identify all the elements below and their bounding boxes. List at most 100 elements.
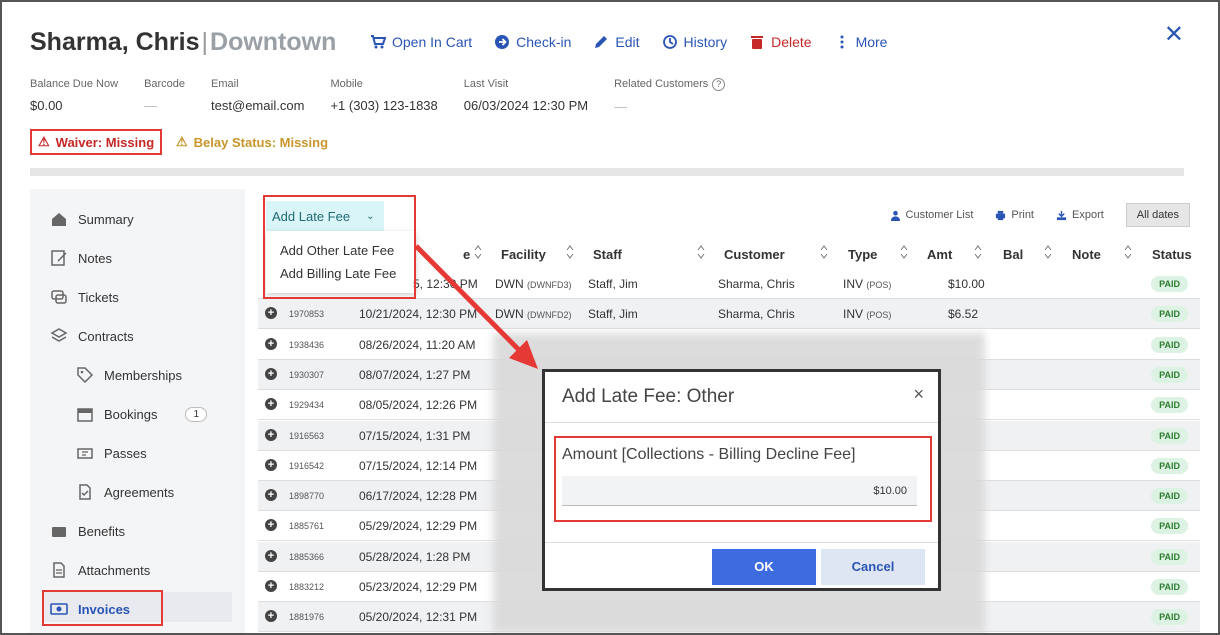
column-header-facility[interactable]: Facility bbox=[501, 247, 546, 262]
expand-row-icon[interactable]: + bbox=[265, 307, 277, 320]
sort-icon[interactable] bbox=[900, 244, 908, 260]
status-badge: PAID bbox=[1151, 609, 1188, 626]
facility-name: DWN bbox=[495, 307, 524, 322]
status-badge: PAID bbox=[1151, 276, 1188, 292]
column-header-note[interactable]: Note bbox=[1072, 247, 1101, 262]
customer-info: Balance Due Now $0.00 Barcode — Email te… bbox=[30, 78, 751, 114]
customer-location: Downtown bbox=[210, 28, 337, 56]
history-button[interactable]: History bbox=[662, 34, 727, 50]
column-header-staff[interactable]: Staff bbox=[593, 247, 622, 262]
table-row[interactable]: +1970853 10/21/2024, 12:30 PM DWN (DWNFD2)… bbox=[258, 299, 1200, 330]
calendar-icon bbox=[77, 408, 93, 422]
sort-icon[interactable] bbox=[566, 244, 574, 260]
amount-highlight-box bbox=[554, 436, 932, 522]
column-header-date[interactable]: e bbox=[463, 247, 470, 262]
document-check-icon bbox=[79, 484, 91, 500]
more-vertical-icon bbox=[840, 35, 844, 49]
edit-button[interactable]: Edit bbox=[593, 34, 640, 50]
more-button[interactable]: More bbox=[834, 34, 887, 50]
facility-code: (DWNFD2) bbox=[527, 310, 572, 321]
sidebar-item-attachments[interactable]: Attachments bbox=[50, 561, 150, 579]
sort-icon[interactable] bbox=[974, 244, 982, 260]
user-icon bbox=[890, 210, 900, 221]
invoice-date: 08/05/2024, 12:26 PM bbox=[359, 398, 478, 413]
sidebar-item-benefits[interactable]: Benefits bbox=[50, 522, 125, 540]
home-icon bbox=[52, 213, 66, 226]
facility-code: (DWNFD3) bbox=[527, 280, 572, 290]
notes-icon bbox=[51, 250, 67, 266]
sidebar-item-bookings[interactable]: Bookings 1 bbox=[76, 405, 208, 423]
last-visit-value: 06/03/2024 12:30 PM bbox=[463, 98, 589, 113]
customer-name: Sharma, Chris bbox=[30, 28, 200, 56]
email-field: Email test@email.com bbox=[211, 78, 304, 114]
sidebar-item-summary[interactable]: Summary bbox=[50, 210, 134, 228]
type-code: (POS) bbox=[866, 310, 892, 321]
expand-row-icon[interactable]: + bbox=[265, 428, 277, 441]
invoice-date: 05/28/2024, 1:28 PM bbox=[359, 549, 471, 564]
status-badge: PAID bbox=[1151, 336, 1188, 353]
sidebar-item-label: Agreements bbox=[104, 484, 175, 500]
invoice-type: INV (POS) bbox=[843, 277, 891, 291]
sort-icon[interactable] bbox=[1044, 244, 1052, 260]
expand-row-icon[interactable]: + bbox=[265, 489, 277, 502]
sidebar-item-contracts[interactable]: Contracts bbox=[50, 327, 134, 345]
help-icon[interactable]: ? bbox=[712, 78, 726, 91]
invoice-customer: Sharma, Chris bbox=[718, 307, 795, 322]
warning-icon: ⚠ bbox=[38, 134, 50, 149]
balance-field: Balance Due Now $0.00 bbox=[30, 78, 118, 114]
column-header-amt[interactable]: Amt bbox=[927, 247, 952, 262]
invoice-facility: DWN (DWNFD3) bbox=[495, 277, 572, 291]
expand-row-icon[interactable]: + bbox=[265, 398, 277, 411]
invoice-date: 07/15/2024, 12:14 PM bbox=[359, 458, 478, 473]
column-header-type[interactable]: Type bbox=[848, 247, 877, 262]
column-header-status[interactable]: Status bbox=[1152, 247, 1192, 262]
customer-list-button[interactable]: Customer List bbox=[890, 209, 973, 221]
type-code: (POS) bbox=[866, 280, 892, 290]
column-header-bal[interactable]: Bal bbox=[1003, 247, 1023, 262]
sidebar-item-agreements[interactable]: Agreements bbox=[76, 483, 174, 501]
expand-row-icon[interactable]: + bbox=[265, 610, 277, 623]
invoice-date: 08/26/2024, 11:20 AM bbox=[359, 337, 476, 352]
expand-row-icon[interactable]: + bbox=[265, 337, 277, 350]
sort-icon[interactable] bbox=[697, 244, 705, 260]
all-dates-button[interactable]: All dates bbox=[1125, 203, 1190, 227]
invoice-id: 1938436 bbox=[289, 339, 325, 350]
expand-row-icon[interactable]: + bbox=[265, 367, 277, 380]
balance-value: $0.00 bbox=[30, 98, 63, 113]
check-in-button[interactable]: Check-in bbox=[494, 34, 571, 50]
header-separator: | bbox=[201, 28, 209, 56]
expand-row-icon[interactable]: + bbox=[265, 549, 277, 562]
mobile-value: +1 (303) 123-1838 bbox=[330, 98, 438, 113]
sidebar-item-notes[interactable]: Notes bbox=[50, 249, 112, 267]
expand-row-icon[interactable]: + bbox=[265, 458, 277, 471]
belay-alert[interactable]: ⚠ Belay Status: Missing bbox=[176, 134, 328, 150]
modal-divider bbox=[545, 422, 938, 423]
sort-icon[interactable] bbox=[474, 244, 482, 260]
invoice-facility: DWN (DWNFD2) bbox=[495, 307, 572, 321]
expand-row-icon[interactable]: + bbox=[265, 519, 277, 532]
tag-icon bbox=[77, 367, 94, 384]
sidebar-item-memberships[interactable]: Memberships bbox=[76, 366, 182, 384]
cancel-button[interactable]: Cancel bbox=[821, 549, 925, 585]
column-header-customer[interactable]: Customer bbox=[724, 247, 785, 262]
sort-icon[interactable] bbox=[1124, 244, 1132, 260]
status-badge: PAID bbox=[1151, 579, 1188, 595]
close-icon[interactable]: × bbox=[913, 384, 924, 405]
sidebar-item-tickets[interactable]: Tickets bbox=[50, 288, 119, 306]
open-in-cart-button[interactable]: Open In Cart bbox=[370, 34, 472, 50]
close-icon[interactable]: ✕ bbox=[1164, 20, 1184, 49]
delete-button[interactable]: Delete bbox=[749, 34, 812, 50]
export-button[interactable]: Export bbox=[1056, 209, 1104, 221]
last-visit-label: Last Visit bbox=[463, 78, 509, 90]
sidebar-item-passes[interactable]: Passes bbox=[76, 444, 147, 462]
sort-icon[interactable] bbox=[820, 244, 828, 260]
sidebar-item-label: Tickets bbox=[78, 289, 119, 305]
print-button[interactable]: Print bbox=[995, 209, 1034, 221]
invoice-id: 1916542 bbox=[289, 460, 325, 471]
invoices-highlight-box bbox=[42, 590, 163, 626]
chat-icon bbox=[51, 290, 67, 304]
waiver-alert[interactable]: ⚠ Waiver: Missing bbox=[30, 129, 163, 155]
expand-row-icon[interactable]: + bbox=[265, 580, 277, 592]
status-badge: PAID bbox=[1151, 427, 1188, 444]
ok-button[interactable]: OK bbox=[712, 549, 816, 585]
